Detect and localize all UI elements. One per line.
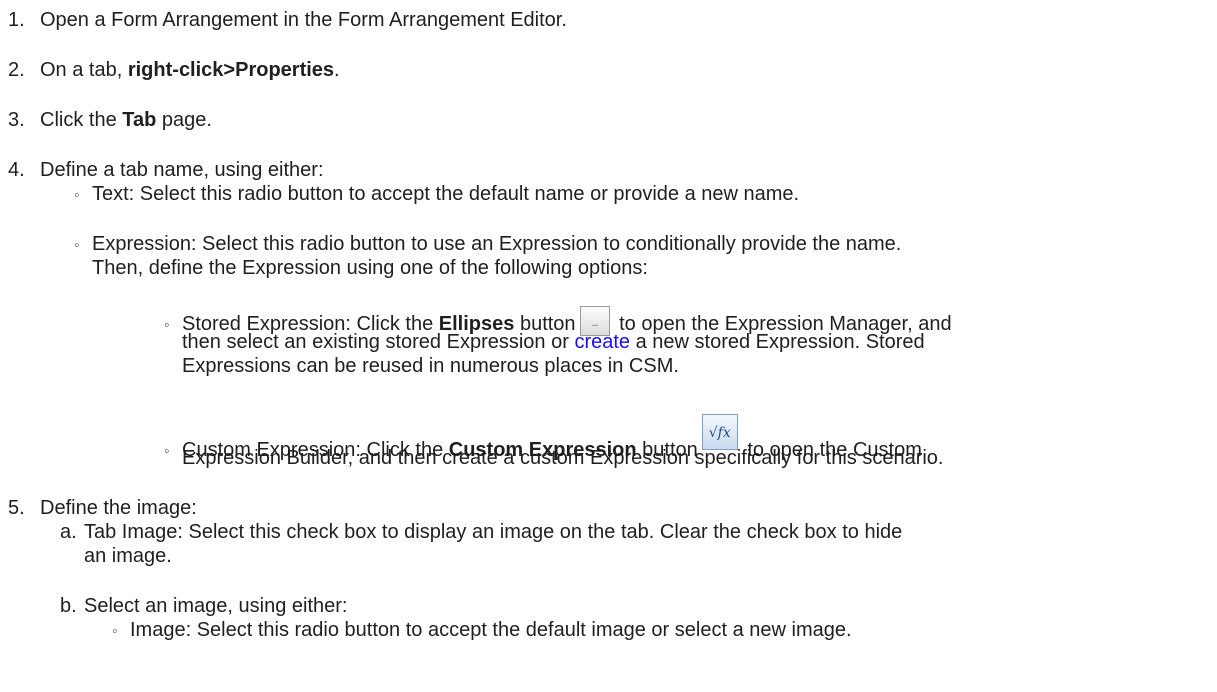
substep-label: b. [60,595,77,617]
stored-expression-text: then select an existing stored Expressio… [182,331,575,353]
step-number: 3. [8,109,25,131]
bullet-icon: ◦ [112,623,118,640]
step-text: Define the image: [40,497,197,519]
substep-text: Tab Image: Select this check box to disp… [84,521,903,543]
stored-expression-text: a new stored Expression. Stored [630,331,925,353]
bullet-icon: ◦ [74,237,80,254]
option-text: ◦ Text: Select this radio button to accep… [74,182,799,208]
option-image: ◦ Image: Select this radio button to acce… [112,618,852,644]
option-expression: ◦ Expression: Select this radio button to… [74,232,901,258]
fx-function-icon[interactable]: √fx [701,414,738,450]
step-3: 3. Click the Tab page. [8,108,212,132]
bullet-icon: ◦ [164,317,170,334]
step-text: Define a tab name, using either: [40,159,324,181]
custom-expression-text: Expression Builder, and then create a cu… [182,447,944,469]
substep-label: a. [60,521,77,543]
step-number: 1. [8,9,25,31]
step-emphasis: Tab [122,109,157,131]
step-2: 2. On a tab, right-click>Properties. [8,58,340,82]
substep-a: a. Tab Image: Select this check box to di… [60,520,902,544]
stored-expression-line2: then select an existing stored Expressio… [182,330,925,354]
step-number: 2. [8,59,25,81]
substep-b: b. Select an image, using either: [60,594,348,618]
step-4: 4. Define a tab name, using either: [8,158,324,182]
step-text: . [334,59,340,81]
create-link[interactable]: create [574,331,630,353]
step-text: Open a Form Arrangement in the Form Arra… [40,9,567,31]
option-image-label: Image: Select this radio button to accep… [130,619,852,641]
step-text: On a tab, [40,59,128,81]
step-text: Click the [40,109,123,131]
option-expression-label: Expression: Select this radio button to … [92,233,902,255]
option-expression-cont: Then, define the Expression using one of… [92,256,648,280]
fx-glyph: √fx [708,425,731,441]
bullet-icon: ◦ [164,443,170,460]
stored-expression-text: Expressions can be reused in numerous pl… [182,355,679,377]
custom-expression-line2: Expression Builder, and then create a cu… [182,446,943,470]
option-text-label: Text: Select this radio button to accept… [92,183,800,205]
step-5: 5. Define the image: [8,496,197,520]
substep-a-cont: an image. [84,544,172,568]
step-text: page. [156,109,212,131]
substep-text: an image. [84,545,172,567]
step-1: 1. Open a Form Arrangement in the Form Ar… [8,8,567,32]
bullet-icon: ◦ [74,187,80,204]
substep-text: Select an image, using either: [84,595,348,617]
step-number: 4. [8,159,25,181]
stored-expression-line3: Expressions can be reused in numerous pl… [182,354,679,378]
option-expression-label-cont: Then, define the Expression using one of… [92,257,648,279]
step-number: 5. [8,497,25,519]
step-emphasis: right-click>Properties [127,59,335,81]
